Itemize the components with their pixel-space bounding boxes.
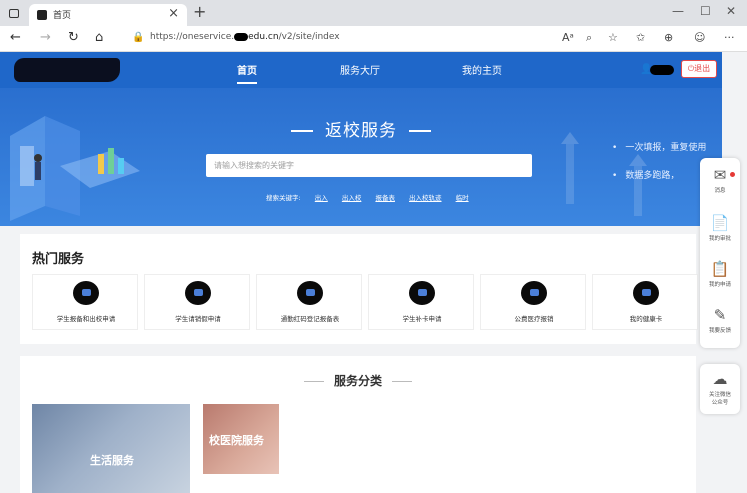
banner-title: 返校服务 (0, 116, 722, 141)
sidebar-label: 我要反馈 (708, 328, 731, 334)
minimize-button[interactable]: — (672, 4, 684, 18)
slogan-1: 一次填报，重复使用 (612, 140, 706, 153)
hot-services-section: 热门服务 学生报备和出校申请 学生请销假申请 通勤红码登记报备表 学生补卡申请 … (20, 234, 698, 344)
favicon-icon (37, 10, 47, 20)
favorites-list-icon[interactable]: ✩ (636, 31, 645, 44)
wechat-label-1: 关注微信 (708, 392, 731, 398)
floating-sidebar: ✉ 消息 📄 我的审批 📋 我的申请 ✎ 我要反馈 (700, 158, 740, 348)
sidebar-label: 消息 (714, 188, 726, 194)
service-item[interactable]: 通勤红码登记报备表 (256, 274, 362, 330)
search-keywords: 搜索关键字: 出入 出入校 报备表 出入校轨迹 临时 (266, 192, 481, 202)
service-label: 我的健康卡 (629, 315, 663, 323)
keyword-link[interactable]: 报备表 (375, 194, 395, 202)
site-header: 首页 服务大厅 我的主页 👤 ⏻退出 (0, 52, 722, 88)
wechat-label-2: 公众号 (711, 400, 729, 406)
favorite-icon[interactable]: ☆ (608, 31, 618, 44)
service-label: 学生报备和出校申请 (56, 315, 116, 323)
slogan-2: 数据多跑路， (612, 168, 679, 181)
close-window-button[interactable]: ✕ (726, 4, 736, 18)
nav-home[interactable]: 首页 (237, 62, 257, 77)
service-label: 公费医疗报销 (514, 315, 554, 323)
service-item[interactable]: 学生补卡申请 (368, 274, 474, 330)
sidebar-item-application[interactable]: 📋 我的申请 (700, 260, 740, 288)
browser-tab-strip: 首页 × + — ☐ ✕ (0, 0, 747, 26)
user-name[interactable] (650, 65, 674, 75)
keyword-link[interactable]: 出入校轨迹 (409, 194, 442, 202)
categories-title: 服务分类 (20, 372, 696, 389)
search-input[interactable] (206, 154, 532, 177)
keywords-label: 搜索关键字: (266, 194, 301, 202)
sidebar-item-approval[interactable]: 📄 我的审批 (700, 214, 740, 242)
service-item[interactable]: 学生报备和出校申请 (32, 274, 138, 330)
wechat-follow[interactable]: ☁ 关注微信 公众号 (700, 364, 740, 414)
profile-icon[interactable]: ☺ (694, 31, 705, 44)
service-label: 通勤红码登记报备表 (280, 315, 340, 323)
hero-banner: 返校服务 搜索关键字: 出入 出入校 报备表 出入校轨迹 临时 一次填报，重复使… (0, 88, 722, 226)
lock-icon[interactable]: 🔒 (132, 32, 144, 43)
tab-actions-icon[interactable] (9, 9, 19, 18)
category-tile-life[interactable]: 生活服务 (32, 404, 190, 493)
site-logo[interactable] (14, 58, 120, 82)
sidebar-item-wechat[interactable]: ☁ 关注微信 公众号 (700, 370, 740, 406)
approval-icon: 📄 (710, 214, 730, 232)
wechat-icon: ☁ (712, 370, 728, 388)
nav-active-indicator (237, 82, 257, 84)
tab-close-icon[interactable]: × (168, 6, 179, 21)
tab-title: 首页 (53, 11, 72, 21)
service-icon (409, 281, 435, 305)
zoom-icon[interactable]: ⌕ (586, 31, 592, 45)
service-icon (633, 281, 659, 305)
service-icon (185, 281, 211, 305)
nav-service-hall[interactable]: 服务大厅 (340, 62, 380, 77)
category-label: 生活服务 (90, 454, 134, 467)
logout-button[interactable]: ⏻退出 (681, 60, 717, 78)
service-icon (73, 281, 99, 305)
home-icon[interactable]: ⌂ (95, 30, 103, 45)
application-icon: 📋 (710, 260, 730, 278)
sidebar-item-feedback[interactable]: ✎ 我要反馈 (700, 306, 740, 334)
service-label: 学生请销假申请 (175, 315, 221, 323)
sidebar-label: 我的申请 (708, 282, 731, 288)
service-item[interactable]: 公费医疗报销 (480, 274, 586, 330)
collections-icon[interactable]: ⊕ (664, 31, 673, 44)
service-label: 学生补卡申请 (402, 315, 442, 323)
hot-services-title: 热门服务 (32, 252, 85, 267)
keyword-link[interactable]: 出入校 (342, 194, 362, 202)
sidebar-label: 我的审批 (708, 236, 731, 242)
keyword-link[interactable]: 出入 (315, 194, 328, 202)
category-label: 校医院服务 (209, 434, 264, 447)
back-icon[interactable]: ← (10, 30, 21, 45)
url-text: https://oneservice. edu.cn/v2/site/index (150, 32, 340, 42)
new-tab-button[interactable]: + (193, 2, 206, 21)
forward-icon[interactable]: → (40, 30, 51, 45)
feedback-icon: ✎ (713, 306, 727, 324)
category-tile-hospital[interactable]: 校医院服务 (203, 404, 279, 474)
more-menu-icon[interactable]: ··· (724, 31, 735, 44)
notice-badge (730, 172, 735, 177)
service-item[interactable]: 我的健康卡 (592, 274, 698, 330)
keyword-link[interactable]: 临时 (456, 194, 469, 202)
browser-toolbar: ← → ↻ ⌂ 🔒 https://oneservice. edu.cn/v2/s… (0, 26, 747, 52)
service-icon (297, 281, 323, 305)
service-categories-section: 服务分类 生活服务 校医院服务 (20, 356, 696, 493)
service-icon (521, 281, 547, 305)
reload-icon[interactable]: ↻ (68, 30, 79, 45)
read-aloud-icon[interactable]: Aᵃ (562, 31, 574, 44)
sidebar-item-notice[interactable]: ✉ 消息 (700, 166, 740, 194)
browser-tab[interactable]: 首页 × (29, 4, 187, 26)
nav-my-homepage[interactable]: 我的主页 (462, 62, 502, 77)
service-item[interactable]: 学生请销假申请 (144, 274, 250, 330)
maximize-button[interactable]: ☐ (700, 4, 711, 18)
